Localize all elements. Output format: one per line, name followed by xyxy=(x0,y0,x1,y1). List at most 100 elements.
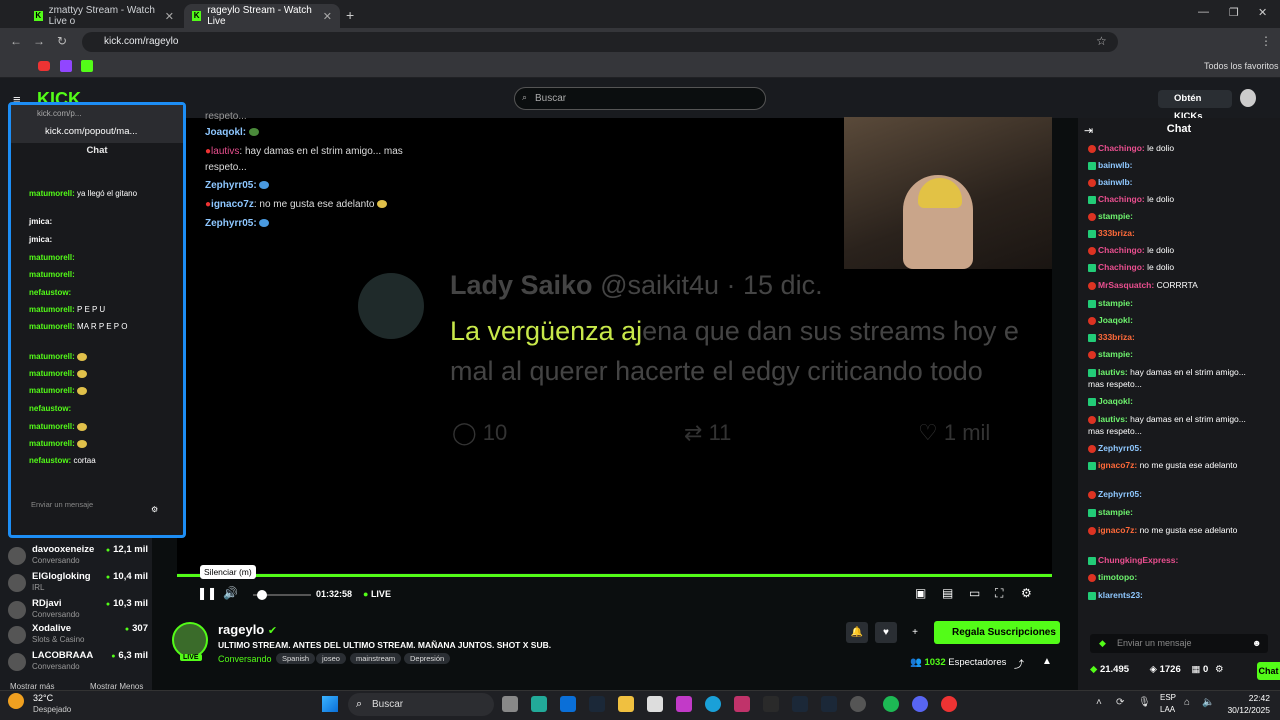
youtube-bookmark-icon[interactable] xyxy=(38,61,50,71)
chat-user[interactable]: Chachingo: xyxy=(1098,262,1147,272)
app2-icon[interactable] xyxy=(734,696,750,712)
network-icon[interactable]: ⌂ xyxy=(1184,697,1190,708)
menu-dots-icon[interactable]: ⋮ xyxy=(1260,34,1272,48)
chat-user[interactable]: 333briza: xyxy=(1098,228,1135,238)
sidebar-streamer-rdjavi[interactable]: RDjavi Conversando 10,3 mil xyxy=(8,598,148,626)
chat-user[interactable]: jmica: xyxy=(29,217,52,226)
chat-user[interactable]: ignaco7z: xyxy=(1098,525,1140,535)
chat-user[interactable]: stampie: xyxy=(1098,211,1133,221)
chat-user[interactable]: 333briza: xyxy=(1098,332,1135,342)
kick-bookmark-icon[interactable] xyxy=(81,60,93,72)
reload-icon[interactable]: ↻ xyxy=(57,34,67,48)
chat-user[interactable]: Zephyrr05: xyxy=(1098,443,1142,453)
progress-bar[interactable] xyxy=(177,574,1052,577)
app4-icon[interactable] xyxy=(850,696,866,712)
calculator-icon[interactable] xyxy=(647,696,663,712)
chat-user[interactable]: matumorell: xyxy=(29,270,75,279)
tab-close-icon[interactable]: ✕ xyxy=(165,10,174,23)
chat-user[interactable]: Joaqokl: xyxy=(1098,396,1133,406)
get-kicks-button[interactable]: Obtén KICKs xyxy=(1158,90,1232,122)
streamer-avatar[interactable] xyxy=(172,622,208,658)
chat-user[interactable]: MrSasquatch: xyxy=(1098,280,1157,290)
chat-user[interactable]: matumorell: xyxy=(29,439,75,448)
tag-spanish[interactable]: Spanish xyxy=(276,653,316,664)
chat-user[interactable]: matumorell: xyxy=(29,305,75,314)
volume-icon[interactable]: 🔊 xyxy=(223,586,238,600)
tab-zmattyy[interactable]: K zmattyy Stream - Watch Live o ✕ xyxy=(26,4,182,28)
weather-temp[interactable]: 32°C xyxy=(33,693,53,703)
chat-user[interactable]: Chachingo: xyxy=(1098,194,1147,204)
all-bookmarks-link[interactable]: Todos los favoritos xyxy=(1204,61,1279,71)
tray-sync-icon[interactable]: ⟳ xyxy=(1116,697,1124,708)
speaker-icon[interactable]: 🔈 xyxy=(1202,697,1214,708)
language-code[interactable]: ESP xyxy=(1160,693,1176,702)
emoji-picker-icon[interactable]: ☻ xyxy=(1252,638,1261,648)
microphone-icon[interactable]: 🎙 xyxy=(1138,697,1151,708)
follow-heart-icon[interactable]: ♥ xyxy=(875,622,897,643)
chat-user[interactable]: matumorell: xyxy=(29,422,75,431)
add-icon[interactable]: + xyxy=(904,622,926,643)
search-input[interactable]: Buscar xyxy=(514,87,766,110)
theater-mode-icon[interactable]: ▭ xyxy=(969,586,980,600)
chat-user[interactable]: ChungkingExpress: xyxy=(1098,555,1178,565)
clock-time[interactable]: 22:42 xyxy=(1226,693,1270,703)
twitch-bookmark-icon[interactable] xyxy=(60,60,72,72)
report-icon[interactable]: ▲ xyxy=(1042,656,1052,667)
send-chat-button[interactable]: Chat xyxy=(1257,662,1280,680)
steam-icon-3[interactable] xyxy=(821,696,837,712)
tray-chevron-icon[interactable]: ˄ xyxy=(1096,697,1102,708)
chat-settings-icon[interactable]: ⚙ xyxy=(1215,664,1224,675)
fullscreen-icon[interactable]: ⛶ xyxy=(995,586,1003,601)
task-view-icon[interactable] xyxy=(502,696,518,712)
windows-start-icon[interactable] xyxy=(322,696,338,712)
chrome-icon[interactable] xyxy=(941,696,957,712)
minimize-icon[interactable]: — xyxy=(1198,6,1209,18)
chat-user[interactable]: matumorell: xyxy=(29,189,75,198)
chat-user[interactable]: lautivs: xyxy=(1098,414,1130,424)
popout-settings-icon[interactable]: ⚙ xyxy=(151,505,158,514)
pause-icon[interactable]: ❚❚ xyxy=(197,586,217,600)
tag-joseo[interactable]: joseo xyxy=(316,653,346,664)
back-icon[interactable]: ← xyxy=(10,34,22,48)
user-avatar[interactable] xyxy=(1240,89,1256,107)
gift-subs-button[interactable]: Regala Suscripciones xyxy=(934,621,1060,644)
app-icon[interactable] xyxy=(531,696,547,712)
chat-user[interactable]: stampie: xyxy=(1098,349,1133,359)
chat-user[interactable]: matumorell: xyxy=(29,322,75,331)
chat-user[interactable]: Chachingo: xyxy=(1098,245,1147,255)
share-icon[interactable]: ⤴ xyxy=(1014,656,1024,671)
chat-user[interactable]: Joaqokl: xyxy=(1098,315,1133,325)
stream-category[interactable]: Conversando xyxy=(218,654,272,664)
chat-user[interactable]: matumorell: xyxy=(29,253,75,262)
chat-user[interactable]: bainwlb: xyxy=(1098,177,1132,187)
forward-icon[interactable]: → xyxy=(33,34,45,48)
sidebar-streamer-davooxeneize[interactable]: davooxeneize Conversando 12,1 mil xyxy=(8,544,148,572)
spotify-icon[interactable] xyxy=(883,696,899,712)
chat-input[interactable]: Enviar un mensaje xyxy=(1090,634,1268,653)
tag-depresion[interactable]: Depresión xyxy=(404,653,451,664)
steam-icon[interactable] xyxy=(589,696,605,712)
tag-mainstream[interactable]: mainstream xyxy=(350,653,402,664)
chat-user[interactable]: nefaustow: xyxy=(29,456,71,465)
chat-user[interactable]: stampie: xyxy=(1098,298,1133,308)
chat-user[interactable]: Zephyrr05: xyxy=(1098,489,1142,499)
chat-user[interactable]: lautivs: xyxy=(1098,367,1130,377)
streamer-name[interactable]: rageylo ✔ xyxy=(218,622,277,637)
volume-handle[interactable] xyxy=(257,590,267,600)
app3-icon[interactable] xyxy=(763,696,779,712)
close-window-icon[interactable]: ✕ xyxy=(1258,6,1267,19)
maximize-icon[interactable]: ❐ xyxy=(1229,6,1239,19)
discord-icon[interactable] xyxy=(912,696,928,712)
chat-user[interactable]: ignaco7z: xyxy=(1098,460,1140,470)
chat-user[interactable]: klarents23: xyxy=(1098,590,1143,600)
tab-rageylo[interactable]: K rageylo Stream - Watch Live ✕ xyxy=(184,4,340,28)
popout-chat-input[interactable]: Enviar un mensaje xyxy=(31,501,95,509)
clip-icon[interactable]: ▤ xyxy=(942,586,953,600)
chat-user[interactable]: nefaustow: xyxy=(29,288,71,297)
chat-user[interactable]: timotopo: xyxy=(1098,572,1137,582)
chat-user[interactable]: jmica: xyxy=(29,235,52,244)
chat-user[interactable]: bainwlb: xyxy=(1098,160,1132,170)
chat-user[interactable]: Chachingo: xyxy=(1098,143,1147,153)
kick-gift-icon[interactable]: ◆ xyxy=(1099,638,1106,649)
chat-user[interactable]: matumorell: xyxy=(29,352,75,361)
